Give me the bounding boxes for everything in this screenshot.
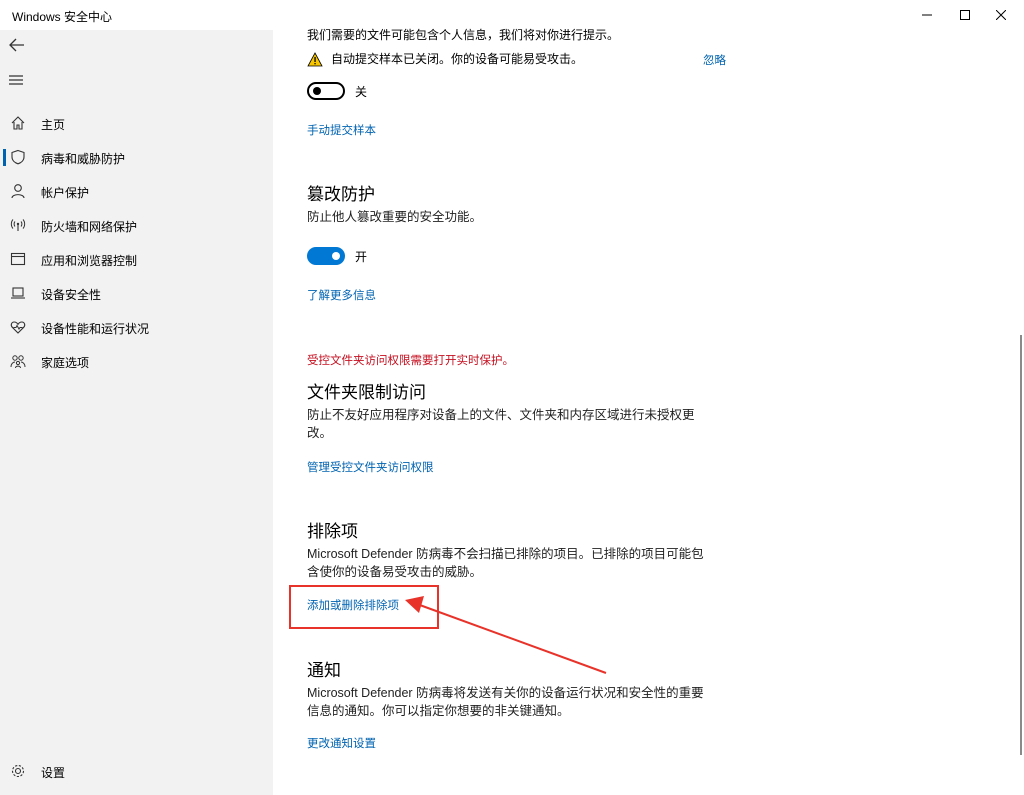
sidebar: 主页 病毒和威胁防护 帐户保护 防火墙和网络保护 应用和浏览器控制 设备安全性 … bbox=[0, 30, 273, 795]
notifications-description-line2: 信息的通知。你可以指定你想要的非关键通知。 bbox=[307, 704, 570, 718]
heart-pulse-icon bbox=[10, 321, 26, 334]
sidebar-item-label: 设置 bbox=[41, 766, 66, 780]
exclusions-description-line2: 含使你的设备易受攻击的威胁。 bbox=[307, 565, 483, 579]
tamper-description: 防止他人篡改重要的安全功能。 bbox=[307, 210, 483, 224]
hamburger-menu-button[interactable] bbox=[8, 72, 28, 92]
main-content: 我们需要的文件可能包含个人信息，我们将对你进行提示。 自动提交样本已关闭。你的设… bbox=[273, 28, 1018, 795]
sidebar-item-label: 主页 bbox=[41, 118, 66, 132]
learn-more-link[interactable]: 了解更多信息 bbox=[307, 287, 376, 303]
sample-description: 我们需要的文件可能包含个人信息，我们将对你进行提示。 bbox=[307, 28, 620, 42]
change-notification-settings-link[interactable]: 更改通知设置 bbox=[307, 735, 376, 751]
scrollbar-thumb[interactable] bbox=[1020, 335, 1022, 755]
auto-sample-toggle[interactable] bbox=[307, 82, 345, 100]
tamper-toggle-label: 开 bbox=[355, 250, 368, 264]
minimize-icon bbox=[922, 14, 932, 16]
wireless-icon bbox=[10, 219, 26, 231]
close-button[interactable] bbox=[978, 0, 1024, 30]
window-title: Windows 安全中心 bbox=[12, 10, 113, 24]
tamper-heading: 篡改防护 bbox=[307, 185, 375, 204]
home-icon bbox=[11, 116, 25, 130]
warning-icon bbox=[307, 52, 323, 67]
browser-window-icon bbox=[10, 252, 26, 266]
windows-security-window: Windows 安全中心 主页 病毒和威胁防护 帐户保护 防火墙和网络保护 应用… bbox=[0, 0, 1024, 795]
shield-icon bbox=[11, 149, 25, 165]
sidebar-item-label: 设备性能和运行状况 bbox=[41, 322, 150, 336]
exclusions-heading: 排除项 bbox=[307, 522, 358, 541]
sidebar-item-label: 应用和浏览器控制 bbox=[41, 254, 138, 268]
sidebar-item-device-performance[interactable]: 设备性能和运行状况 bbox=[0, 310, 273, 344]
submit-sample-link[interactable]: 手动提交样本 bbox=[307, 122, 376, 138]
exclusions-description-line1: Microsoft Defender 防病毒不会扫描已排除的项目。已排除的项目可… bbox=[307, 547, 704, 561]
sample-warning-text: 自动提交样本已关闭。你的设备可能易受攻击。 bbox=[331, 52, 584, 66]
person-icon bbox=[11, 184, 25, 199]
sidebar-item-label: 防火墙和网络保护 bbox=[41, 220, 138, 234]
notifications-heading: 通知 bbox=[307, 661, 341, 680]
sidebar-item-app-browser[interactable]: 应用和浏览器控制 bbox=[0, 242, 273, 276]
dismiss-link[interactable]: 忽略 bbox=[703, 52, 726, 68]
sidebar-item-account[interactable]: 帐户保护 bbox=[0, 174, 273, 208]
family-icon bbox=[10, 355, 26, 369]
sidebar-item-device-security[interactable]: 设备安全性 bbox=[0, 276, 273, 310]
auto-sample-toggle-label: 关 bbox=[355, 85, 368, 99]
sidebar-item-label: 病毒和威胁防护 bbox=[41, 152, 126, 166]
sidebar-item-virus-protection[interactable]: 病毒和威胁防护 bbox=[0, 140, 273, 174]
sidebar-item-family[interactable]: 家庭选项 bbox=[0, 344, 273, 378]
sidebar-item-label: 家庭选项 bbox=[41, 356, 90, 370]
back-arrow-icon bbox=[9, 38, 24, 52]
title-bar: Windows 安全中心 bbox=[0, 0, 1024, 30]
sidebar-item-label: 帐户保护 bbox=[41, 186, 90, 200]
tamper-protection-toggle[interactable] bbox=[307, 247, 345, 265]
gear-icon bbox=[11, 764, 25, 778]
sidebar-item-settings[interactable]: 设置 bbox=[0, 754, 273, 788]
manage-folder-access-link[interactable]: 管理受控文件夹访问权限 bbox=[307, 459, 434, 475]
folder-access-description-line1: 防止不友好应用程序对设备上的文件、文件夹和内存区域进行未授权更 bbox=[307, 408, 695, 422]
maximize-icon bbox=[960, 10, 970, 20]
toggle-knob bbox=[332, 252, 340, 260]
folder-access-description-line2: 改。 bbox=[307, 426, 333, 440]
back-button[interactable] bbox=[8, 36, 28, 56]
laptop-icon bbox=[11, 287, 25, 299]
toggle-knob bbox=[313, 87, 321, 95]
sidebar-item-home[interactable]: 主页 bbox=[0, 106, 273, 140]
folder-access-heading: 文件夹限制访问 bbox=[307, 383, 426, 402]
sidebar-item-label: 设备安全性 bbox=[41, 288, 102, 302]
annotation-highlight-box bbox=[289, 585, 439, 629]
active-indicator bbox=[3, 149, 6, 166]
close-icon bbox=[996, 10, 1006, 20]
folder-access-warning: 受控文件夹访问权限需要打开实时保护。 bbox=[307, 355, 514, 367]
notifications-description-line1: Microsoft Defender 防病毒将发送有关你的设备运行状况和安全性的… bbox=[307, 686, 704, 700]
hamburger-icon bbox=[9, 75, 23, 85]
sidebar-item-firewall[interactable]: 防火墙和网络保护 bbox=[0, 208, 273, 242]
scrollbar[interactable] bbox=[1018, 30, 1024, 795]
